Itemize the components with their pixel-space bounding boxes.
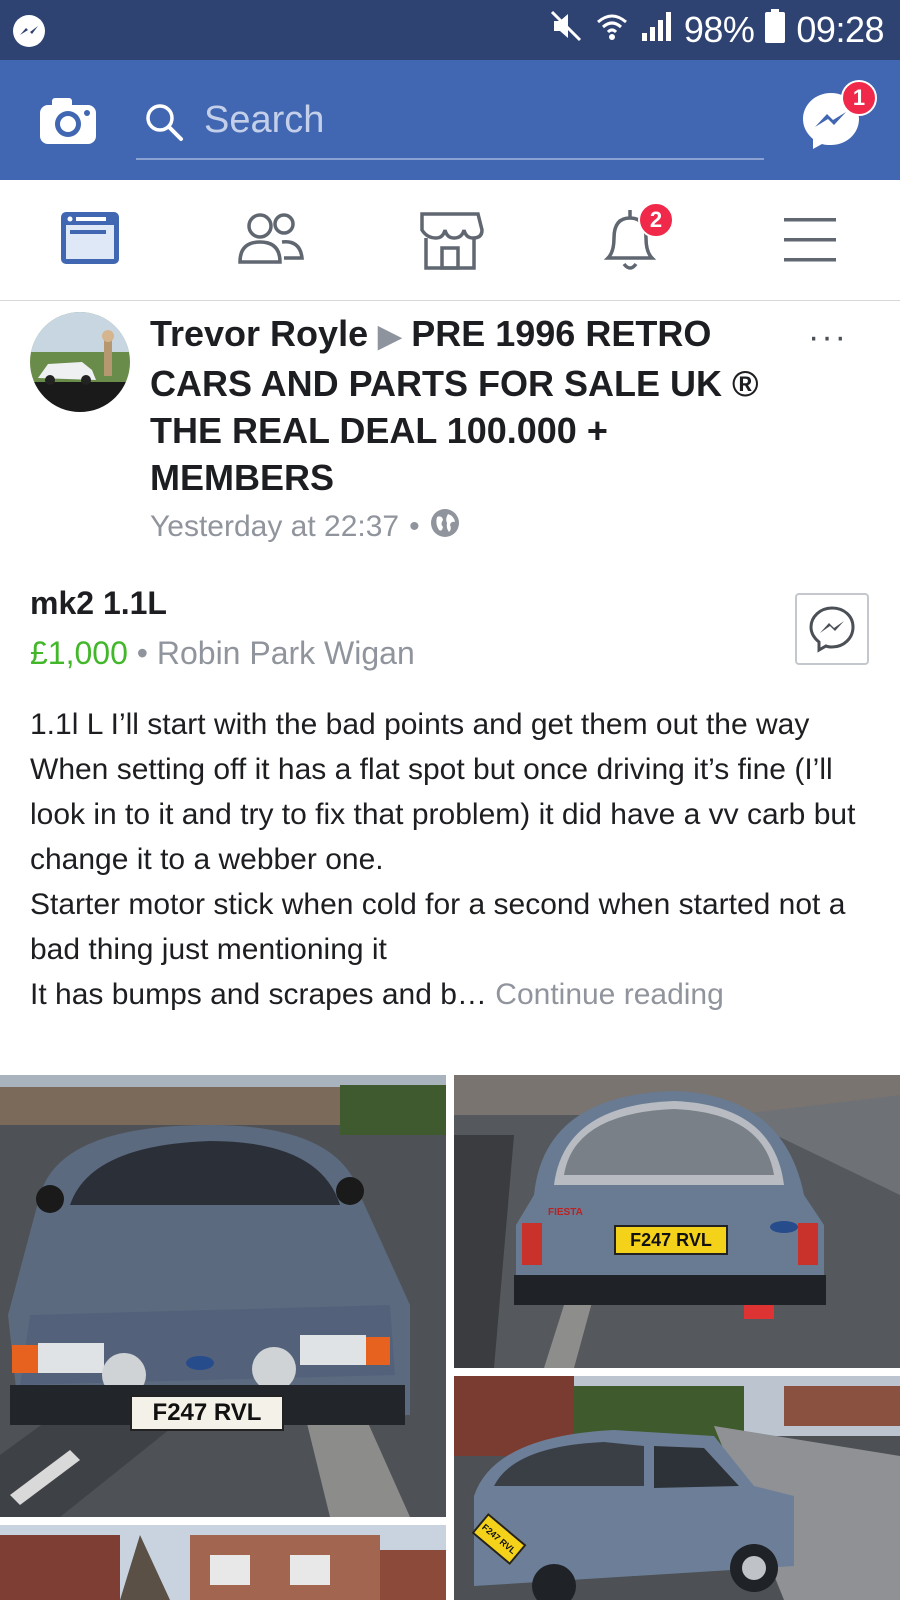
car-rear-photo[interactable]: F247 RVL FIESTA [454, 1075, 900, 1368]
description-line-last: It has bumps and scrapes and b… Continue… [30, 972, 890, 1017]
author-name[interactable]: Trevor Royle [150, 313, 368, 354]
car-badge: FIESTA [548, 1207, 583, 1218]
news-feed-icon [61, 212, 119, 264]
messenger-badge: 1 [841, 80, 877, 116]
arrow-icon: ▶ [378, 320, 402, 353]
car-front-photo[interactable]: F247 RVL [0, 1075, 446, 1517]
status-bar: 98% 09:28 [0, 0, 900, 60]
post-description: 1.1l L I’ll start with the bad points an… [30, 702, 890, 1017]
battery-percent: 98% [683, 9, 755, 50]
search-bar[interactable] [136, 82, 764, 160]
wifi-icon [594, 8, 630, 53]
friends-icon [238, 213, 304, 264]
globe-icon [430, 508, 460, 546]
search-icon [144, 102, 184, 147]
signal-icon [640, 9, 674, 52]
tab-friends[interactable] [210, 180, 330, 300]
listing-price: £1,000 [30, 635, 128, 671]
listing-meta: £1,000 • Robin Park Wigan [30, 635, 415, 672]
description-truncated: It has bumps and scrapes and b… [30, 978, 487, 1011]
post-title: Trevor Royle ▶ PRE 1996 RETRO CARS AND P… [150, 310, 790, 501]
car-side-photo[interactable]: F247 RVL [454, 1376, 900, 1600]
number-plate: F247 RVL [614, 1225, 728, 1255]
timestamp[interactable]: Yesterday at 22:37 [150, 510, 399, 544]
message-seller-button[interactable] [795, 593, 869, 665]
menu-icon [784, 218, 836, 262]
messenger-notification-icon [12, 14, 46, 53]
post-meta: Yesterday at 22:37 • [150, 508, 460, 546]
post-header: Trevor Royle ▶ PRE 1996 RETRO CARS AND P… [0, 300, 900, 560]
search-input[interactable] [202, 94, 726, 146]
description-line: When setting off it has a flat spot but … [30, 753, 856, 876]
meta-dot: • [409, 510, 420, 543]
notifications-icon [603, 210, 657, 270]
battery-icon [764, 8, 786, 53]
mute-icon [548, 8, 584, 53]
number-plate: F247 RVL [130, 1395, 284, 1431]
more-options-button[interactable]: ··· [808, 318, 848, 357]
listing-title: mk2 1.1L [30, 585, 167, 621]
camera-icon[interactable] [38, 96, 98, 151]
street-photo[interactable] [0, 1525, 446, 1600]
clock: 09:28 [796, 9, 884, 50]
tab-news-feed[interactable] [30, 180, 150, 300]
listing-dot: • [136, 635, 148, 671]
listing-location: Robin Park Wigan [156, 635, 415, 671]
avatar[interactable] [30, 312, 130, 412]
marketplace-icon [420, 212, 484, 270]
description-line: 1.1l L I’ll start with the bad points an… [30, 708, 810, 741]
description-line: Starter motor stick when cold for a seco… [30, 888, 846, 966]
top-bar: 1 [0, 60, 900, 180]
tab-menu[interactable] [750, 180, 870, 300]
photo-grid: F247 RVL F247 RVL FIESTA F247 RVL [0, 1075, 900, 1600]
listing-info: mk2 1.1L £1,000 • Robin Park Wigan [30, 585, 890, 671]
notifications-badge: 2 [638, 202, 674, 238]
tab-bar: 2 [0, 180, 900, 301]
tab-notifications[interactable] [570, 180, 690, 300]
tab-marketplace[interactable] [390, 180, 510, 300]
messenger-icon [809, 606, 855, 653]
continue-reading-link[interactable]: Continue reading [495, 978, 724, 1011]
